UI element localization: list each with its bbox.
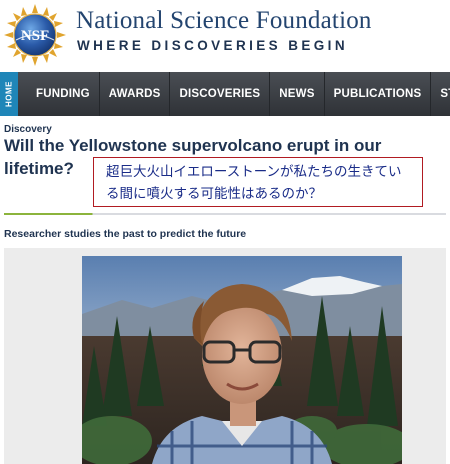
site-tagline: WHERE DISCOVERIES BEGIN	[77, 38, 348, 53]
nav-item-publications[interactable]: PUBLICATIONS	[325, 88, 431, 100]
home-tab-label: HOME	[4, 81, 14, 107]
nav-item-discoveries[interactable]: DISCOVERIES	[170, 88, 269, 100]
japanese-translation-box: 超巨大火山イエローストーンが私たちの生きている間に噴火する可能性はあるのか？	[93, 157, 423, 207]
home-tab[interactable]: HOME	[0, 72, 18, 116]
main-nav: HOME FUNDING AWARDS DISCOVERIES NEWS PUB…	[0, 72, 450, 116]
nav-item-awards[interactable]: AWARDS	[100, 88, 170, 100]
nav-items: FUNDING AWARDS DISCOVERIES NEWS PUBLICAT…	[18, 72, 450, 116]
nav-item-news[interactable]: NEWS	[270, 88, 323, 100]
researcher-photo	[82, 256, 402, 464]
photo-frame	[4, 248, 446, 464]
nsf-logo[interactable]: NSF	[4, 4, 66, 66]
logo-text: NSF	[21, 28, 49, 44]
article-subhead: Researcher studies the past to predict t…	[4, 228, 247, 240]
site-header: NSF National Science Foundation WHERE DI…	[0, 0, 450, 72]
org-name[interactable]: National Science Foundation	[76, 7, 372, 35]
section-divider	[4, 213, 446, 215]
nav-item-funding[interactable]: FUNDING	[18, 88, 99, 100]
nav-item-statistics[interactable]: STAT	[431, 88, 450, 100]
